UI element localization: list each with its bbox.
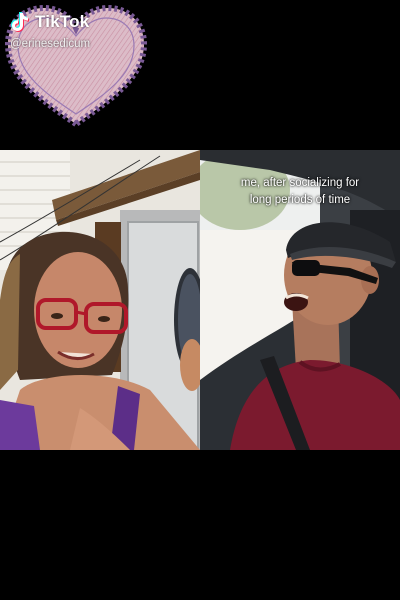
caption-line-1: me, after socializing for: [240, 177, 360, 189]
tiktok-duet-frame: TikTok @erinesedicum me, after socializi…: [0, 0, 400, 600]
video-caption: me, after socializing for long periods o…: [200, 175, 400, 209]
caption-line-2: long periods of time: [249, 194, 351, 206]
tiktok-brand-label: TikTok: [35, 12, 90, 31]
tiktok-note-icon: [11, 12, 29, 32]
creator-handle: @erinesedicum: [10, 38, 91, 50]
right-duet-video[interactable]: me, after socializing for long periods o…: [200, 150, 400, 450]
left-duet-video[interactable]: [0, 150, 200, 450]
tiktok-watermark: TikTok: [11, 11, 89, 33]
duet-video-area: me, after socializing for long periods o…: [0, 150, 400, 450]
left-video-scene: [0, 150, 200, 450]
